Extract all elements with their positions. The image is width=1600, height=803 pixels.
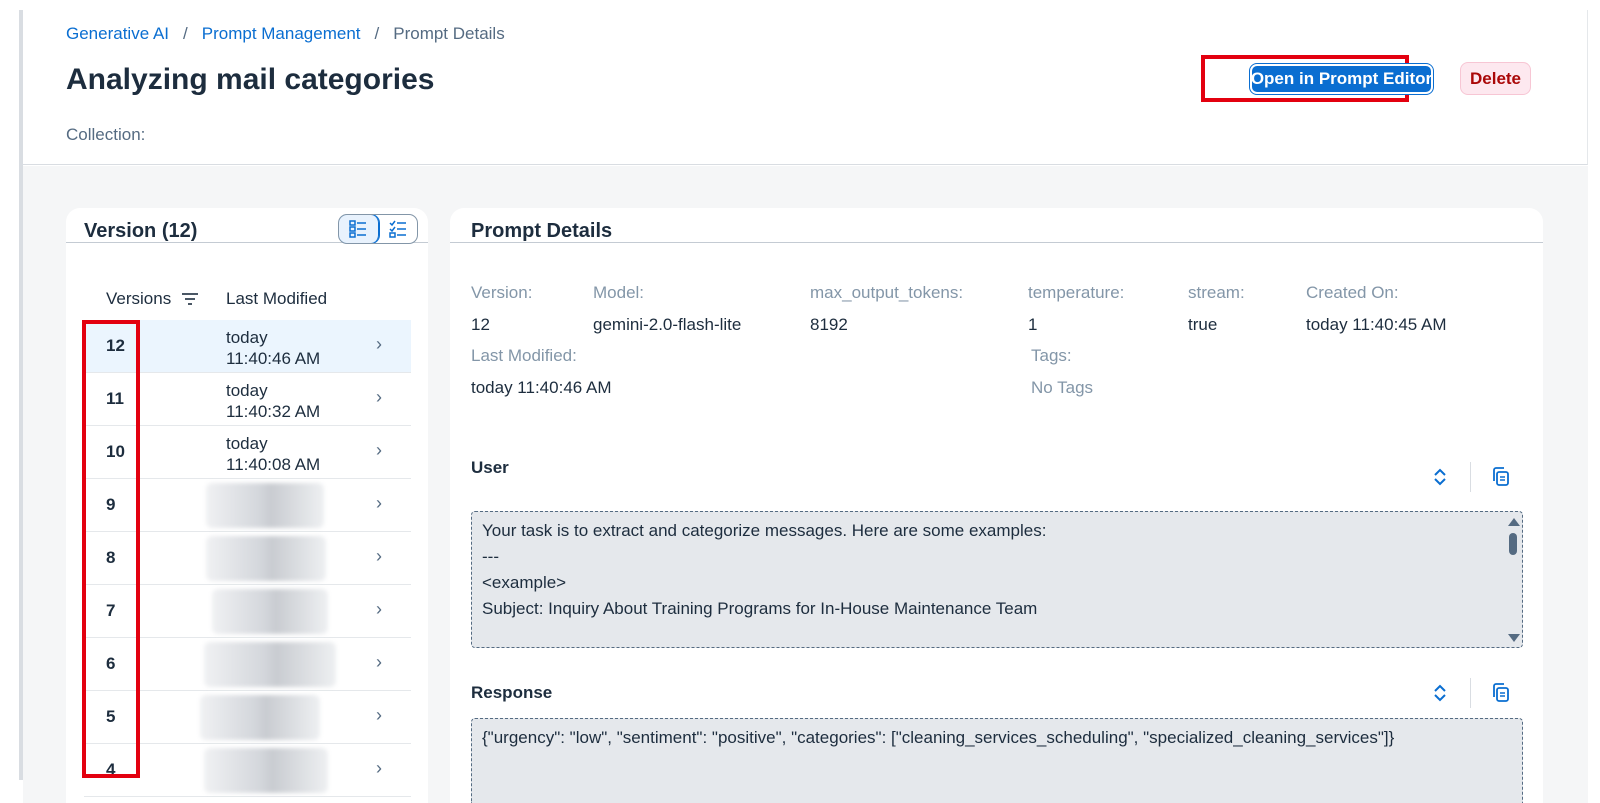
version-value: 12 — [471, 315, 490, 334]
expand-collapse-icon[interactable] — [1432, 683, 1448, 703]
version-last-modified: today 11:40:46 AM — [226, 327, 320, 369]
delete-button[interactable]: Delete — [1460, 62, 1531, 95]
chevron-right-icon: › — [376, 705, 382, 725]
checklist-view-button[interactable] — [379, 215, 418, 243]
stream-value: true — [1188, 315, 1218, 334]
user-prompt-line: Subject: Inquiry About Training Programs… — [482, 599, 1038, 618]
user-prompt-line: <example> — [482, 573, 567, 592]
breadcrumb: Generative AI / Prompt Management / Prom… — [66, 24, 505, 44]
checklist-view-icon — [389, 220, 406, 238]
highlight-box-version-numbers — [82, 320, 140, 778]
tags-value: No Tags — [1031, 378, 1094, 397]
mod-day: today — [226, 381, 268, 400]
chevron-right-icon: › — [376, 440, 382, 460]
toolbar-separator — [1470, 678, 1471, 708]
user-prompt-line: Your task is to extract and categorize m… — [482, 521, 1047, 540]
scroll-down-arrow[interactable] — [1508, 634, 1520, 642]
column-header-last-modified: Last Modified — [226, 289, 327, 309]
redacted-timestamp — [204, 642, 336, 687]
mod-day: today — [226, 434, 268, 453]
chevron-right-icon: › — [376, 387, 382, 407]
page-title: Analyzing mail categories — [66, 63, 435, 96]
version-last-modified: today 11:40:32 AM — [226, 380, 320, 422]
view-toggle — [338, 214, 418, 244]
breadcrumb-separator: / — [183, 24, 188, 43]
collection-label: Collection: — [66, 125, 146, 144]
breadcrumb-separator: / — [374, 24, 380, 43]
toolbar-separator — [1470, 462, 1471, 492]
prompt-details-title: Prompt Details — [471, 220, 613, 242]
chevron-right-icon: › — [376, 334, 382, 354]
open-in-prompt-editor-button[interactable]: Open in Prompt Editor — [1249, 63, 1434, 95]
mod-time: 11:40:08 AM — [226, 455, 321, 474]
versions-header-label: Versions — [106, 289, 172, 308]
model-value: gemini-2.0-flash-lite — [593, 315, 742, 334]
created-on-label: Created On: — [1306, 283, 1399, 302]
user-prompt-line: --- — [482, 547, 499, 566]
chevron-right-icon: › — [376, 546, 382, 566]
version-card-title: Version (12) — [84, 220, 198, 242]
redacted-timestamp — [206, 483, 324, 528]
redacted-timestamp — [200, 695, 320, 740]
version-label: Version: — [471, 283, 533, 302]
last-modified-value: today 11:40:46 AM — [471, 378, 612, 397]
temperature-value: 1 — [1028, 315, 1038, 334]
tags-label: Tags: — [1031, 346, 1072, 365]
mod-time: 11:40:32 AM — [226, 402, 321, 421]
app-frame: Generative AI / Prompt Management / Prom… — [0, 0, 1600, 803]
copy-icon[interactable] — [1491, 467, 1511, 487]
user-prompt-textarea[interactable]: Your task is to extract and categorize m… — [471, 511, 1523, 648]
chevron-right-icon: › — [376, 758, 382, 778]
stream-label: stream: — [1188, 283, 1245, 302]
temperature-label: temperature: — [1028, 283, 1125, 302]
chevron-right-icon: › — [376, 599, 382, 619]
chevron-right-icon: › — [376, 493, 382, 513]
breadcrumb-link-prompt-management[interactable]: Prompt Management — [202, 24, 361, 44]
scroll-thumb[interactable] — [1509, 533, 1517, 555]
breadcrumb-link-generative-ai[interactable]: Generative AI — [66, 24, 169, 44]
redacted-timestamp — [204, 748, 328, 793]
response-section-title: Response — [471, 683, 553, 702]
response-text: {"urgency": "low", "sentiment": "positiv… — [482, 728, 1395, 747]
response-textarea[interactable]: {"urgency": "low", "sentiment": "positiv… — [471, 718, 1523, 803]
user-section-title: User — [471, 458, 509, 477]
breadcrumb-current: Prompt Details — [393, 24, 505, 43]
max-output-tokens-label: max_output_tokens: — [810, 283, 964, 302]
model-label: Model: — [593, 283, 645, 302]
list-view-icon — [349, 220, 367, 238]
mod-time: 11:40:46 AM — [226, 349, 321, 368]
mod-day: today — [226, 328, 268, 347]
last-modified-header-label: Last Modified — [226, 289, 328, 308]
sort-icon[interactable] — [181, 292, 199, 306]
textarea-scrollbar[interactable] — [1507, 516, 1520, 642]
last-modified-label: Last Modified: — [471, 346, 577, 365]
scroll-up-arrow[interactable] — [1508, 518, 1520, 526]
list-view-button[interactable] — [339, 215, 380, 243]
chevron-right-icon: › — [376, 652, 382, 672]
version-last-modified: today 11:40:08 AM — [226, 433, 320, 475]
created-on-value: today 11:40:45 AM — [1306, 315, 1447, 334]
expand-collapse-icon[interactable] — [1432, 467, 1448, 487]
prompt-details-divider — [450, 242, 1543, 243]
column-header-versions[interactable]: Versions — [106, 289, 199, 309]
max-output-tokens-value: 8192 — [810, 315, 848, 334]
copy-icon[interactable] — [1491, 683, 1511, 703]
redacted-timestamp — [212, 589, 328, 634]
redacted-timestamp — [206, 536, 326, 581]
